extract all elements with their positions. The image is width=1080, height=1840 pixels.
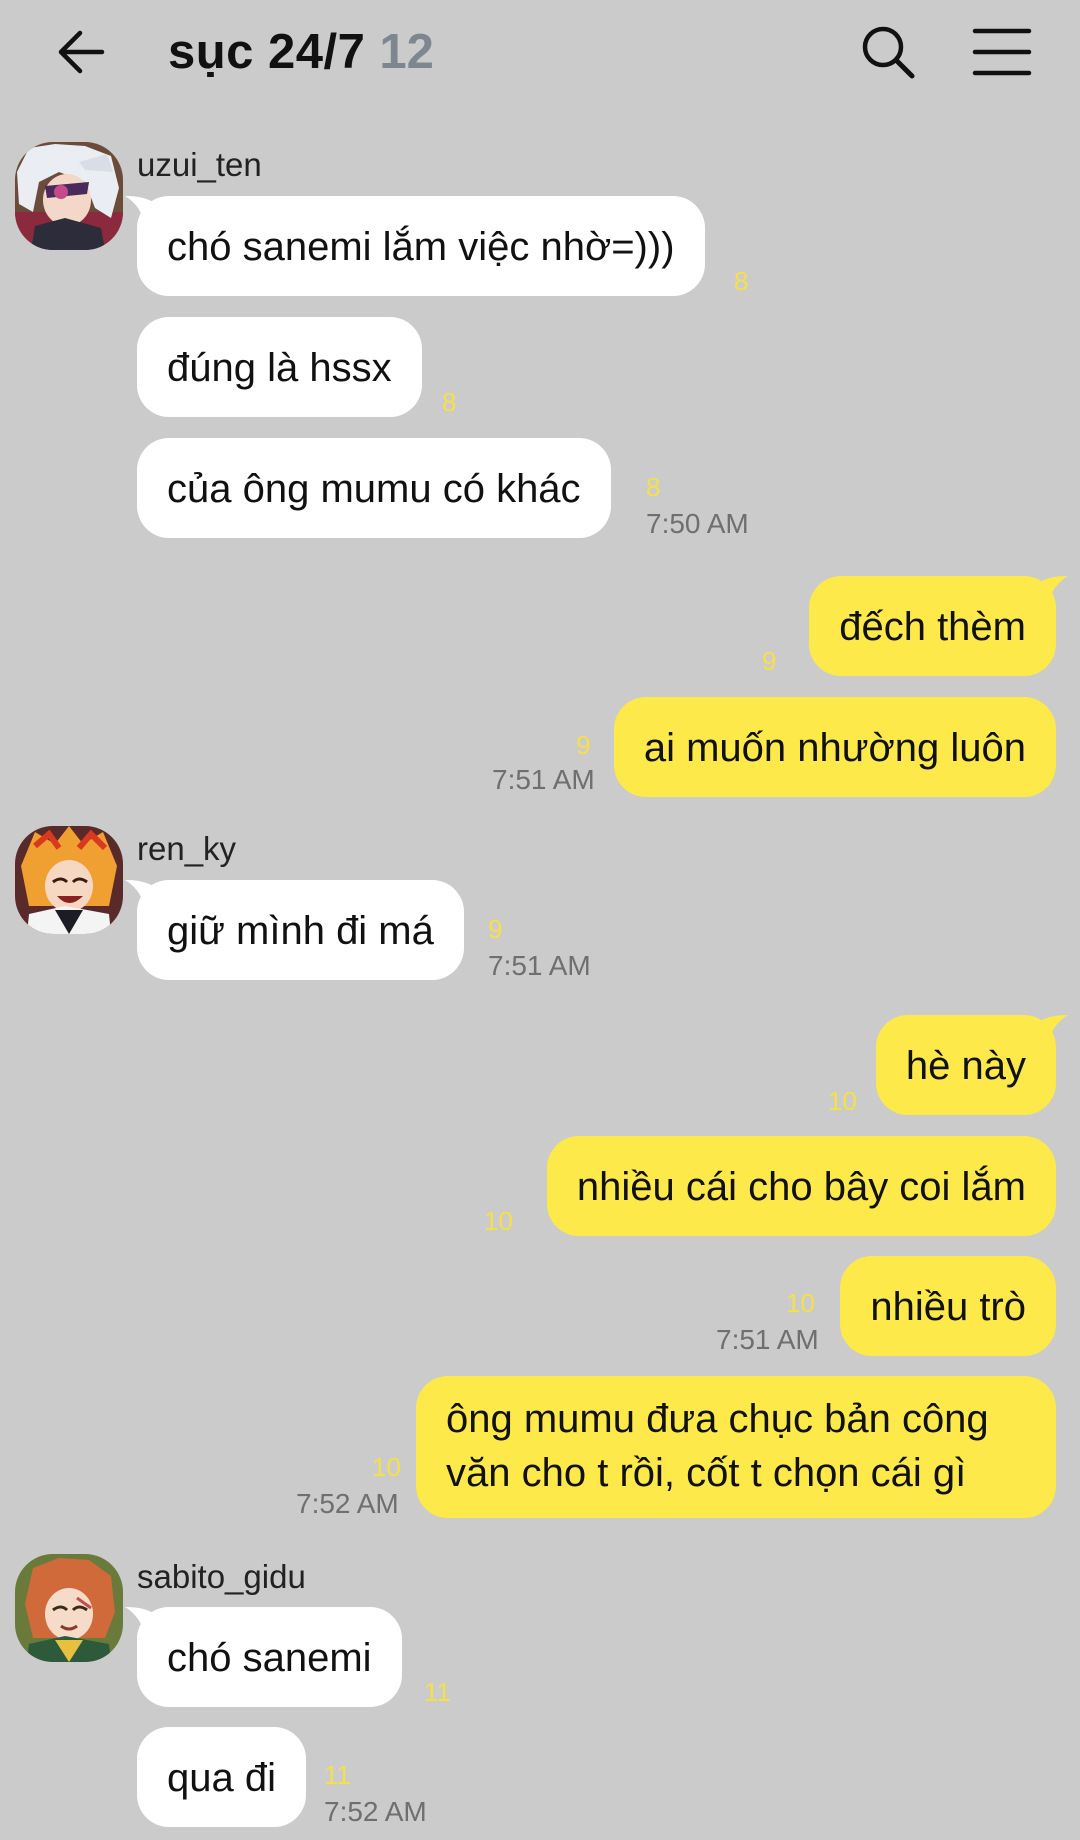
unread-count: 9 [762, 646, 777, 676]
message-bubble[interactable]: ông mumu đưa chục bản công văn cho t rồi… [416, 1376, 1056, 1518]
timestamp: 7:50 AM [646, 508, 749, 539]
unread-count: 11 [324, 1760, 351, 1790]
message-bubble[interactable]: của ông mumu có khác [137, 438, 611, 538]
message-bubble[interactable]: giữ mình đi má [125, 880, 464, 980]
message-text: hè này [905, 1044, 1026, 1088]
chat-title-group[interactable]: sục 24/7 12 [168, 22, 434, 82]
unread-count: 10 [372, 1452, 401, 1482]
chat-header: sục 24/7 12 [0, 0, 1080, 105]
search-button[interactable] [858, 22, 918, 82]
message-text: ai muốn nhường luôn [643, 726, 1026, 770]
bubble-tail [125, 1607, 165, 1637]
message-bubble[interactable]: nhiều trò [840, 1256, 1056, 1356]
unread-count: 10 [828, 1086, 857, 1116]
bubble-tail [125, 196, 165, 226]
message-bubble[interactable]: đếch thèm [809, 576, 1068, 676]
sender-name: uzui_ten [137, 146, 262, 183]
unread-count: 10 [786, 1288, 815, 1318]
message-text: của ông mumu có khác [167, 467, 581, 511]
back-button[interactable] [52, 22, 112, 82]
timestamp: 7:52 AM [324, 1796, 427, 1827]
message-text: đúng là hssx [167, 346, 392, 390]
timestamp: 7:52 AM [296, 1488, 399, 1519]
unread-count: 10 [484, 1206, 513, 1236]
timestamp: 7:51 AM [488, 950, 591, 981]
unread-count: 8 [734, 266, 749, 296]
search-icon [862, 26, 915, 79]
message-bubble[interactable]: ai muốn nhường luôn [613, 697, 1056, 797]
message-text: chó sanemi [167, 1636, 372, 1680]
avatar-ren-ky[interactable] [15, 826, 123, 934]
unread-count: 11 [424, 1677, 451, 1707]
message-text: nhiều trò [870, 1285, 1026, 1329]
avatar-uzui-ten[interactable] [15, 142, 123, 250]
timestamp: 7:51 AM [716, 1324, 819, 1355]
hamburger-menu-icon [972, 28, 1032, 76]
timestamp: 7:51 AM [492, 764, 595, 795]
message-bubble[interactable]: chó sanemi [125, 1607, 402, 1707]
sender-name: sabito_gidu [137, 1558, 306, 1595]
chat-title: sục 24/7 [168, 25, 366, 79]
menu-button[interactable] [970, 22, 1034, 82]
unread-count: 8 [442, 387, 457, 417]
bubble-tail [1028, 1015, 1068, 1045]
message-text: giữ mình đi má [167, 909, 434, 953]
bubble-tail [1028, 576, 1068, 606]
message-bubble[interactable]: qua đi [137, 1727, 306, 1827]
message-bubble[interactable]: đúng là hssx [137, 317, 422, 417]
arrow-left-icon [58, 30, 105, 74]
bubble-tail [125, 880, 165, 910]
unread-count: 9 [488, 914, 503, 944]
unread-count: 9 [576, 730, 591, 760]
member-count: 12 [379, 25, 434, 79]
message-text: qua đi [167, 1756, 276, 1800]
unread-count: 8 [646, 472, 661, 502]
sender-name: ren_ky [137, 830, 237, 867]
message-text: nhiều cái cho bây coi lắm [576, 1165, 1026, 1209]
message-text: ông mumu đưa chục bản công văn cho t rồi… [446, 1397, 989, 1495]
message-text: đếch thèm [839, 605, 1026, 649]
message-bubble[interactable]: nhiều cái cho bây coi lắm [546, 1136, 1056, 1236]
message-text: chó sanemi lắm việc nhờ=))) [167, 225, 675, 269]
message-bubble[interactable]: chó sanemi lắm việc nhờ=))) [125, 196, 705, 296]
avatar-sabito-gidu[interactable] [15, 1554, 123, 1662]
message-bubble[interactable]: hè này [875, 1015, 1068, 1115]
